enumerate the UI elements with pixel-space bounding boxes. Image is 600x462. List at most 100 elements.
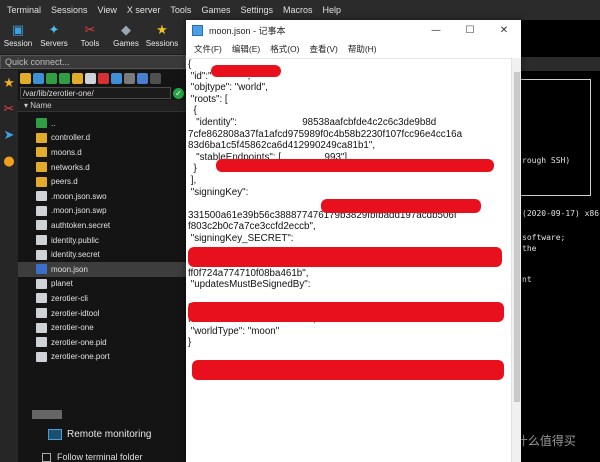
file-row[interactable]: authtoken.secret bbox=[18, 218, 186, 233]
terminal-line: software; bbox=[522, 233, 566, 242]
toolbar-button-label: Session bbox=[3, 39, 33, 48]
maximize-button[interactable]: ☐ bbox=[453, 20, 487, 40]
file-row[interactable]: networks.d bbox=[18, 160, 186, 175]
json-line: "identity": 98538aafcbfde4c2c6c3de9b8d bbox=[188, 116, 437, 128]
notepad-menu-item[interactable]: 编辑(E) bbox=[227, 43, 265, 55]
new-file-icon[interactable] bbox=[85, 72, 96, 84]
download-icon[interactable] bbox=[33, 72, 44, 84]
menu-item[interactable]: X server bbox=[122, 5, 166, 15]
menu-item[interactable]: Help bbox=[318, 5, 347, 15]
file-row[interactable]: moon.json bbox=[18, 261, 186, 277]
bookmark-icon[interactable] bbox=[124, 72, 135, 84]
column-name-label: Name bbox=[30, 101, 52, 110]
follow-terminal-folder-checkbox[interactable]: Follow terminal folder bbox=[42, 450, 143, 462]
checkbox-icon bbox=[42, 452, 51, 462]
view-icon[interactable] bbox=[137, 72, 148, 84]
menu-item[interactable]: Settings bbox=[235, 5, 278, 15]
file-name: identity.secret bbox=[51, 250, 100, 260]
file-row[interactable]: identity.secret bbox=[18, 247, 186, 262]
sftp-panel: ✓ ▾ Name .. controller.d moons.d networks.d… bbox=[18, 70, 186, 462]
close-button[interactable]: ✕ bbox=[487, 20, 521, 40]
path-ok-icon[interactable]: ✓ bbox=[173, 87, 184, 99]
scrollbar-thumb[interactable] bbox=[514, 72, 520, 402]
path-input[interactable] bbox=[20, 87, 172, 99]
json-line: "roots": [ bbox=[188, 93, 228, 105]
menu-item[interactable]: Sessions bbox=[46, 5, 93, 15]
permissions-icon[interactable] bbox=[111, 72, 122, 84]
file-row[interactable]: identity.public bbox=[18, 233, 186, 248]
menu-item[interactable]: Macros bbox=[278, 5, 318, 15]
file-row[interactable]: .. bbox=[18, 116, 186, 131]
notepad-title: moon.json - 记事本 bbox=[209, 25, 286, 36]
star-icon[interactable]: ★ bbox=[0, 70, 18, 96]
file-row[interactable]: .moon.json.swp bbox=[18, 204, 186, 219]
refresh-icon[interactable] bbox=[59, 72, 70, 84]
terminal-box-right bbox=[590, 79, 591, 195]
file-icon bbox=[36, 235, 47, 246]
notepad-icon bbox=[192, 24, 203, 36]
json-line: "signingKey": bbox=[188, 186, 249, 198]
menu-item[interactable]: Games bbox=[196, 5, 235, 15]
folder-icon bbox=[36, 132, 47, 143]
terminal-tab-strip bbox=[521, 57, 600, 71]
file-name: controller.d bbox=[51, 133, 91, 143]
macro-icon[interactable]: ● bbox=[0, 148, 18, 174]
file-row[interactable]: peers.d bbox=[18, 174, 186, 189]
file-name: moon.json bbox=[51, 264, 88, 274]
file-row[interactable]: zerotier-idtool bbox=[18, 306, 186, 321]
toolbar-button-label: Servers bbox=[40, 39, 68, 48]
json-line bbox=[188, 291, 469, 303]
menu-item[interactable]: Terminal bbox=[2, 5, 46, 15]
notepad-window: moon.json - 记事本 — ☐ ✕ 文件(F) 编辑(E) 格式(O) 查看(… bbox=[186, 20, 521, 462]
notepad-menu-item[interactable]: 帮助(H) bbox=[343, 43, 382, 55]
toolbar-button-label: Sessions bbox=[145, 39, 179, 48]
terminal-box-top bbox=[521, 79, 591, 80]
upload-icon[interactable] bbox=[46, 72, 57, 84]
minimize-button[interactable]: — bbox=[419, 20, 453, 40]
json-line: } bbox=[188, 337, 192, 349]
json-line: "objtype": "world", bbox=[188, 82, 268, 94]
menu-item[interactable]: View bbox=[93, 5, 122, 15]
horizontal-scrollbar[interactable] bbox=[32, 410, 62, 419]
redaction-mark bbox=[216, 159, 494, 172]
file-row[interactable]: .moon.json.swo bbox=[18, 189, 186, 204]
notepad-editor[interactable]: { "id":" ", "objtype": "world", "roots":… bbox=[186, 58, 511, 462]
file-row[interactable]: planet bbox=[18, 277, 186, 292]
toolbar-button[interactable]: ★ Sessions bbox=[144, 20, 180, 54]
file-icon bbox=[36, 249, 47, 260]
file-row[interactable]: zerotier-cli bbox=[18, 291, 186, 306]
remote-monitoring-button[interactable]: Remote monitoring bbox=[48, 426, 151, 442]
toolbar-button[interactable]: ✦ Servers bbox=[36, 20, 72, 54]
notepad-titlebar[interactable]: moon.json - 记事本 — ☐ ✕ bbox=[186, 20, 521, 40]
terminal-line: rough SSH) bbox=[522, 156, 571, 165]
sftp-toolbar bbox=[18, 70, 186, 86]
column-header-name[interactable]: ▾ Name bbox=[18, 100, 186, 112]
new-folder-icon[interactable] bbox=[72, 72, 83, 84]
toolbar-button[interactable]: ✂ Tools bbox=[72, 20, 108, 54]
file-icon bbox=[36, 337, 47, 348]
notepad-menu-item[interactable]: 文件(F) bbox=[189, 43, 227, 55]
toolbar-button[interactable]: ▣ Session bbox=[0, 20, 36, 54]
sftp-icon[interactable]: ➤ bbox=[0, 122, 18, 148]
terminal-icon[interactable] bbox=[150, 72, 161, 84]
folder-icon bbox=[36, 147, 47, 158]
file-row[interactable]: zerotier-one.port bbox=[18, 350, 186, 365]
file-row[interactable]: zerotier-one bbox=[18, 320, 186, 335]
delete-icon[interactable] bbox=[98, 72, 109, 84]
notepad-menu-item[interactable]: 查看(V) bbox=[304, 43, 342, 55]
file-name: zerotier-cli bbox=[51, 293, 88, 303]
quick-connect-input[interactable]: Quick connect... bbox=[0, 55, 186, 69]
notepad-vertical-scrollbar[interactable] bbox=[511, 58, 521, 462]
notepad-menubar: 文件(F) 编辑(E) 格式(O) 查看(V) 帮助(H) bbox=[186, 40, 521, 58]
file-row[interactable]: zerotier-one.pid bbox=[18, 335, 186, 350]
up-folder-icon[interactable] bbox=[20, 72, 31, 84]
file-row[interactable]: controller.d bbox=[18, 131, 186, 146]
toolbar: ▣ Session ✦ Servers ✂ Tools ◆ Games ★ Sessions bbox=[0, 20, 186, 54]
tools-icon[interactable]: ✂ bbox=[0, 96, 18, 122]
notepad-menu-item[interactable]: 格式(O) bbox=[265, 43, 304, 55]
toolbar-button[interactable]: ◆ Games bbox=[108, 20, 144, 54]
file-icon bbox=[36, 278, 47, 289]
menu-item[interactable]: Tools bbox=[165, 5, 196, 15]
file-name: .moon.json.swp bbox=[51, 206, 107, 216]
file-row[interactable]: moons.d bbox=[18, 145, 186, 160]
